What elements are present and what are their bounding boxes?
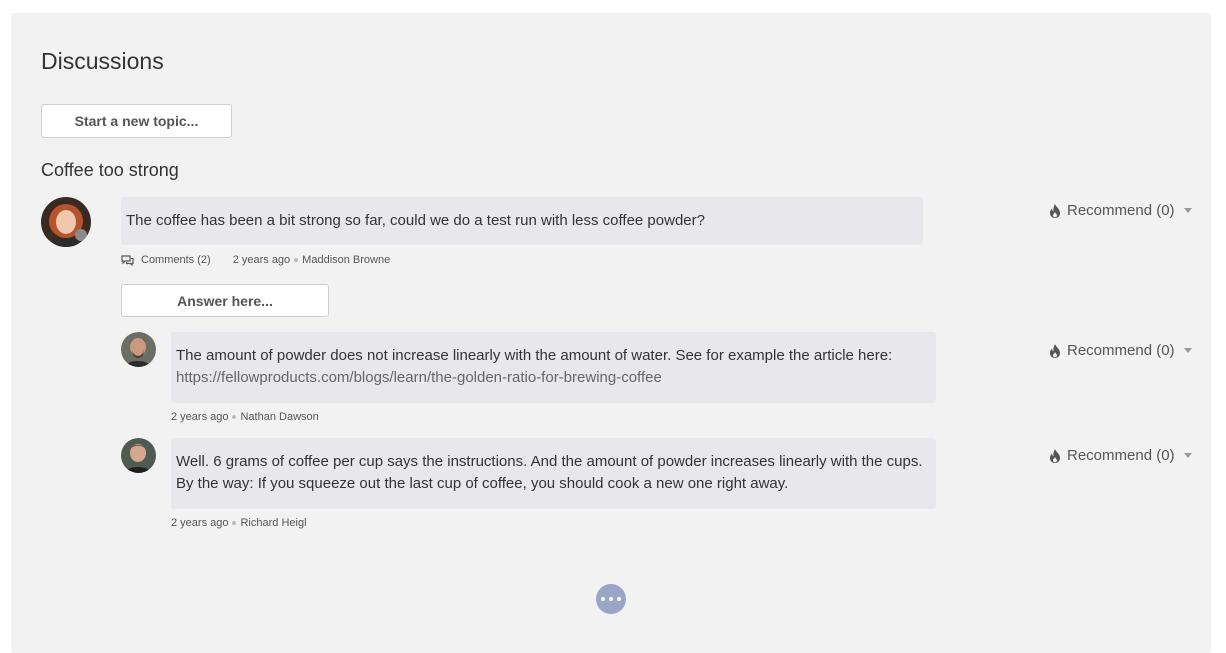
separator-dot (232, 521, 237, 525)
dot (617, 597, 621, 601)
caret-down-icon[interactable] (1183, 348, 1192, 353)
recommend-label: Recommend (0) (1067, 447, 1175, 464)
comments-icon (121, 254, 134, 266)
separator-dot (294, 258, 299, 262)
reply-time-2: 2 years ago (171, 517, 229, 529)
post-text: The coffee has been a bit strong so far,… (126, 212, 705, 229)
dot (601, 597, 605, 601)
flame-icon (1050, 343, 1060, 358)
recommend-button-post[interactable]: Recommend (0) (1048, 202, 1192, 219)
page-title: Discussions (41, 48, 164, 74)
reply-bubble-1: The amount of powder does not increase l… (171, 332, 936, 403)
reply-link-1[interactable]: https://fellowproducts.com/blogs/learn/t… (176, 369, 662, 386)
answer-input[interactable]: Answer here... (121, 284, 329, 317)
caret-down-icon[interactable] (1183, 208, 1192, 213)
comments-label: Comments (2) (141, 254, 211, 266)
reply-text-1: The amount of powder does not increase l… (176, 347, 893, 364)
avatar-richard-heigl[interactable] (121, 438, 156, 473)
reply-author-2[interactable]: Richard Heigl (240, 517, 306, 529)
flame-icon (1050, 203, 1060, 218)
post-bubble: The coffee has been a bit strong so far,… (121, 197, 923, 245)
reply-meta-2: 2 years ago Richard Heigl (171, 517, 307, 529)
post-time: 2 years ago (232, 254, 291, 266)
reply-author-1[interactable]: Nathan Dawson (240, 411, 318, 423)
more-dots-icon[interactable] (596, 584, 626, 614)
dot (609, 597, 613, 601)
reply-meta-1: 2 years ago Nathan Dawson (171, 411, 319, 423)
caret-down-icon[interactable] (1183, 453, 1192, 458)
avatar-nathan-dawson[interactable] (121, 332, 156, 367)
start-new-topic-button[interactable]: Start a new topic... (41, 104, 232, 138)
recommend-button-reply-1[interactable]: Recommend (0) (1048, 342, 1192, 359)
flame-icon (1050, 448, 1060, 463)
post-meta: Comments (2) 2 years ago Maddison Browne (121, 254, 390, 266)
comments-link[interactable]: Comments (2) (121, 254, 211, 266)
reply-bubble-2: Well. 6 grams of coffee per cup says the… (171, 438, 936, 509)
recommend-label: Recommend (0) (1067, 202, 1175, 219)
recommend-label: Recommend (0) (1067, 342, 1175, 359)
post-author[interactable]: Maddison Browne (302, 254, 390, 266)
avatar-maddison-browne[interactable] (41, 197, 91, 247)
separator-dot (232, 415, 237, 419)
recommend-button-reply-2[interactable]: Recommend (0) (1048, 447, 1192, 464)
reply-time-1: 2 years ago (171, 411, 229, 423)
topic-title: Coffee too strong (41, 160, 179, 180)
reply-text-2: Well. 6 grams of coffee per cup says the… (176, 453, 923, 492)
